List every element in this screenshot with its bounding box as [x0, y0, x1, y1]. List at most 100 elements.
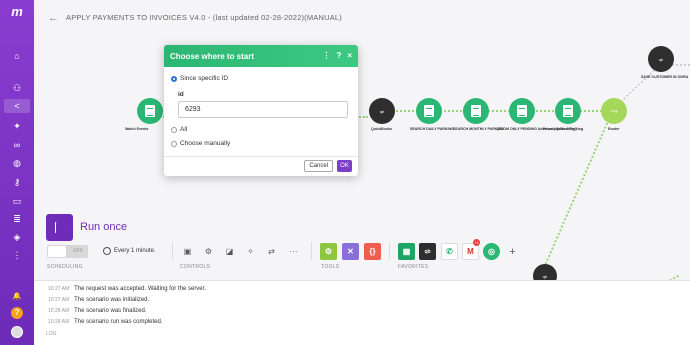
cancel-button[interactable]: Cancel	[304, 160, 333, 172]
share-icon[interactable]: <	[4, 99, 30, 113]
log-text: The request was accepted. Waiting for th…	[74, 286, 206, 292]
run-once-button[interactable]	[46, 214, 73, 241]
radio-manual[interactable]	[171, 140, 177, 147]
log-row: 10:27 AM The scenario was initialized.	[48, 297, 149, 303]
log-title: LOG	[46, 331, 57, 337]
cube-icon[interactable]: ◈	[10, 230, 24, 244]
controls-label: CONTROLS	[180, 264, 211, 270]
log-time: 10:28 AM	[48, 319, 70, 325]
toggle-state: OFF	[73, 248, 83, 254]
tools-text-icon[interactable]: {}	[364, 243, 381, 260]
option-since-id[interactable]: Since specific ID	[171, 75, 228, 82]
id-label: id	[178, 91, 184, 98]
dialog-header: Choose where to start ⋮ ? ×	[164, 45, 358, 67]
trigger-node[interactable]	[137, 98, 163, 124]
log-panel: 10:27 AM The request was accepted. Waitin…	[34, 280, 690, 345]
log-text: The scenario was initialized.	[74, 297, 150, 303]
database-icon[interactable]: ≣	[10, 212, 24, 226]
help-icon[interactable]: ?	[336, 51, 341, 60]
option-label: Choose manually	[180, 140, 231, 147]
favorites-label: FAVORITES	[398, 264, 429, 270]
bell-icon[interactable]: 🔔	[10, 289, 24, 303]
close-icon[interactable]: ×	[347, 51, 352, 60]
router-node[interactable]: ⤳	[601, 98, 627, 124]
make-logo[interactable]: m	[8, 5, 26, 19]
sheets-icon	[145, 105, 155, 117]
option-all[interactable]: All	[171, 126, 187, 133]
notes-icon[interactable]: ◪	[222, 244, 237, 259]
divider	[389, 242, 390, 260]
quickbooks-icon[interactable]: qb	[419, 243, 436, 260]
key-icon[interactable]: ⚷	[10, 175, 24, 189]
divider	[311, 242, 312, 260]
sheets-icon	[424, 105, 434, 117]
gmail-badge: +1	[473, 239, 480, 246]
radio-all[interactable]	[171, 126, 177, 133]
log-row: 10:27 AM The request was accepted. Waitin…	[48, 286, 206, 292]
id-input[interactable]	[178, 101, 348, 118]
option-manual[interactable]: Choose manually	[171, 140, 230, 147]
avatar[interactable]	[11, 326, 23, 338]
log-row: 10:28 AM The scenario was finalized.	[48, 308, 147, 314]
log-time: 10:27 AM	[48, 297, 70, 303]
trigger-node-label: Watch Events	[125, 127, 149, 131]
schedule-text[interactable]: Every 1 minute.	[114, 248, 156, 254]
sheets-icon	[563, 105, 573, 117]
scheduling-label: SCHEDULING	[47, 264, 83, 270]
team-icon[interactable]: ⚇	[10, 81, 24, 95]
dialog-title: Choose where to start	[170, 51, 255, 61]
sheets-node-private[interactable]	[555, 98, 581, 124]
sidebar: m ⌂ ⚇ < ✦ ∞ ◍ ⚷ ▭ ≣ ◈ ⋮ 🔔 ?	[0, 0, 34, 345]
toggle-knob	[48, 246, 66, 257]
node-label: SEARCH DAILY PARKING	[410, 127, 454, 131]
scheduling-toggle[interactable]: OFF	[47, 245, 88, 258]
node-label: QuickBooks	[371, 127, 392, 131]
globe-icon[interactable]: ◍	[10, 156, 24, 170]
more-icon[interactable]: ⋮	[10, 248, 24, 262]
radio-since-id[interactable]	[171, 75, 177, 82]
more-icon[interactable]: ···	[286, 244, 301, 259]
option-label: All	[180, 126, 188, 133]
clock-icon[interactable]	[103, 247, 111, 255]
add-favorite-button[interactable]: +	[505, 244, 520, 259]
puzzle-icon[interactable]: ✦	[10, 119, 24, 133]
log-text: The scenario run was completed.	[74, 319, 163, 325]
webhook-icon[interactable]: ◎	[483, 243, 500, 260]
log-time: 10:28 AM	[48, 308, 70, 314]
sheets-node-monthly[interactable]	[463, 98, 489, 124]
run-once-label[interactable]: Run once	[80, 221, 127, 233]
quickbooks-node-top[interactable]: qb	[648, 46, 674, 72]
link-icon[interactable]: ∞	[10, 138, 24, 152]
settings-icon[interactable]: ⚙	[201, 244, 216, 259]
more-options-icon[interactable]: ⋮	[322, 51, 330, 60]
tools-gear-icon[interactable]: ⚙	[320, 243, 337, 260]
save-icon[interactable]: ▣	[180, 244, 195, 259]
tools-flow-icon[interactable]: ✕	[342, 243, 359, 260]
sheets-icon	[471, 105, 481, 117]
google-sheets-icon[interactable]: ▦	[398, 243, 415, 260]
node-label: Router	[608, 127, 620, 131]
ok-button[interactable]: OK	[337, 160, 352, 172]
sheets-node-daily[interactable]	[416, 98, 442, 124]
scenario-title: APPLY PAYMENTS TO INVOICES V4.0 - (last …	[66, 13, 343, 22]
help-icon[interactable]: ?	[11, 307, 23, 319]
play-icon	[54, 221, 65, 234]
tools-label: TOOLS	[321, 264, 340, 270]
node-label: SAVE CUSTOMER IN ODRA	[641, 75, 689, 79]
divider	[172, 242, 173, 260]
dialog-footer: Cancel OK	[164, 156, 358, 176]
sheets-node-zoom[interactable]	[509, 98, 535, 124]
device-icon[interactable]: ▭	[10, 194, 24, 208]
phone-icon[interactable]: ✆	[441, 243, 458, 260]
choose-start-dialog: Choose where to start ⋮ ? × Since specif…	[164, 45, 358, 176]
home-icon[interactable]: ⌂	[10, 49, 24, 63]
quickbooks-node[interactable]: qb	[369, 98, 395, 124]
sheets-icon	[517, 105, 527, 117]
log-text: The scenario was finalized.	[74, 308, 147, 314]
back-arrow-icon[interactable]: ←	[48, 12, 59, 24]
router-icon: ⤳	[610, 105, 618, 116]
wand-icon[interactable]: ✧	[243, 244, 258, 259]
log-row: 10:28 AM The scenario run was completed.	[48, 319, 163, 325]
flow-icon[interactable]: ⇄	[264, 244, 279, 259]
option-label: Since specific ID	[180, 75, 229, 82]
